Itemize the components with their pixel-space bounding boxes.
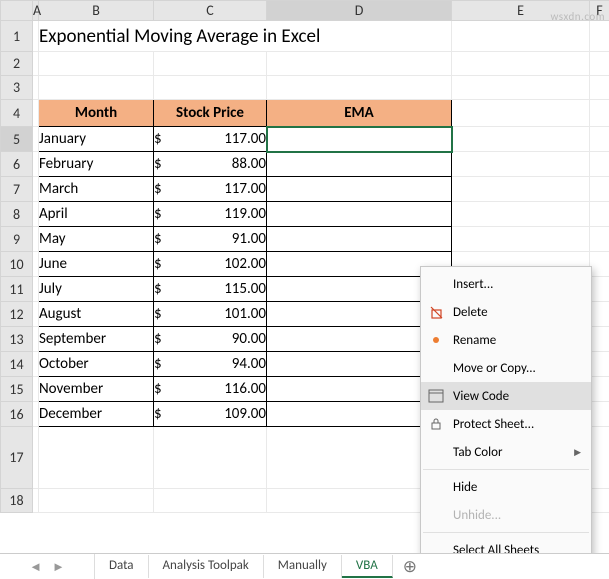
row-header-12[interactable]: 12 [1,302,33,327]
ctx-protect-label: Protect Sheet... [453,417,581,432]
row-header-16[interactable]: 16 [1,402,33,427]
cell-month[interactable]: November [39,377,154,402]
row-header-3[interactable]: 3 [1,76,33,100]
row-header-2[interactable]: 2 [1,52,33,76]
row-header-14[interactable]: 14 [1,352,33,377]
col-header-c[interactable]: C [154,1,267,21]
ctx-separator [423,469,589,470]
cell-ema[interactable] [267,127,452,152]
row-header-9[interactable]: 9 [1,227,33,252]
sheet-tab[interactable]: VBA [342,555,393,578]
cell-month[interactable]: August [39,302,154,327]
protect-icon [425,415,447,433]
cell-month[interactable]: April [39,202,154,227]
tab-nav-buttons[interactable]: ◄ ► [0,554,95,579]
ctx-view-code-label: View Code [453,389,581,404]
cell-price[interactable]: $116.00 [154,377,267,402]
row-header-6[interactable]: 6 [1,152,33,177]
sheet-tab[interactable]: Manually [264,555,342,578]
row-header-13[interactable]: 13 [1,327,33,352]
delete-icon [425,303,447,321]
table-header-ema: EMA [267,100,452,127]
chevron-right-icon: ▶ [574,447,581,458]
sheet-tab[interactable]: Analysis Toolpak [149,555,264,578]
row-header-8[interactable]: 8 [1,202,33,227]
row-header-5[interactable]: 5 [1,127,33,152]
ctx-tab-color-label: Tab Color [453,445,568,460]
sheet-tab-strip: ◄ ► DataAnalysis ToolpakManuallyVBA ⊕ [0,553,609,579]
page-title: Exponential Moving Average in Excel [39,21,452,52]
tab-color-icon [425,443,447,461]
cell-ema[interactable] [267,227,452,252]
ctx-delete[interactable]: Delete [421,298,591,326]
select-all-corner[interactable] [1,1,33,21]
cell-month[interactable]: May [39,227,154,252]
rename-icon [425,331,447,349]
ctx-insert[interactable]: Insert... [421,270,591,298]
row-header-11[interactable]: 11 [1,277,33,302]
cell-month[interactable]: March [39,177,154,202]
new-sheet-button[interactable]: ⊕ [393,556,427,577]
table-header-month: Month [39,100,154,127]
cell-price[interactable]: $115.00 [154,277,267,302]
cell-price[interactable]: $88.00 [154,152,267,177]
cell-price[interactable]: $91.00 [154,227,267,252]
cell-price[interactable]: $117.00 [154,127,267,152]
insert-icon [425,275,447,293]
cell-month[interactable]: January [39,127,154,152]
ctx-move-copy[interactable]: Move or Copy... [421,354,591,382]
col-header-a[interactable]: A [33,1,39,21]
cell-month[interactable]: February [39,152,154,177]
hide-icon [425,478,447,496]
row-header-18[interactable]: 18 [1,489,33,513]
col-header-b[interactable]: B [39,1,154,21]
unhide-icon [425,506,447,524]
tab-next-icon[interactable]: ► [52,559,65,575]
ctx-protect[interactable]: Protect Sheet... [421,410,591,438]
row-header-1[interactable]: 1 [1,21,33,52]
tab-context-menu: Insert... Delete Rename Move or Copy... … [420,266,592,568]
cell-price[interactable]: $94.00 [154,352,267,377]
row-header-15[interactable]: 15 [1,377,33,402]
row-header-17[interactable]: 17 [1,427,33,489]
cell-month[interactable]: September [39,327,154,352]
ctx-delete-label: Delete [453,305,581,320]
cell-month[interactable]: June [39,252,154,277]
ctx-rename-label: Rename [453,333,581,348]
ctx-unhide: Unhide... [421,501,591,529]
cell-ema[interactable] [267,152,452,177]
table-header-price: Stock Price [154,100,267,127]
ctx-tab-color[interactable]: Tab Color ▶ [421,438,591,466]
cell-price[interactable]: $102.00 [154,252,267,277]
cell-price[interactable]: $101.00 [154,302,267,327]
col-header-d[interactable]: D [267,1,452,21]
ctx-unhide-label: Unhide... [453,508,581,523]
cell-price[interactable]: $119.00 [154,202,267,227]
row-header-7[interactable]: 7 [1,177,33,202]
cell-month[interactable]: October [39,352,154,377]
move-copy-icon [425,359,447,377]
cell-month[interactable]: July [39,277,154,302]
ctx-hide-label: Hide [453,480,581,495]
ctx-view-code[interactable]: View Code [421,382,591,410]
cell-ema[interactable] [267,202,452,227]
row-header-10[interactable]: 10 [1,252,33,277]
ctx-move-copy-label: Move or Copy... [453,361,581,376]
cell-price[interactable]: $109.00 [154,402,267,427]
cell-ema[interactable] [267,177,452,202]
sheet-tab[interactable]: Data [95,555,149,578]
ctx-insert-label: Insert... [453,277,581,292]
view-code-icon [425,387,447,405]
ctx-hide[interactable]: Hide [421,473,591,501]
tab-prev-icon[interactable]: ◄ [29,559,42,575]
cell-price[interactable]: $117.00 [154,177,267,202]
ctx-rename[interactable]: Rename [421,326,591,354]
cell-month[interactable]: December [39,402,154,427]
watermark: wsxdn.com [551,10,605,23]
ctx-separator [423,532,589,533]
cell-price[interactable]: $90.00 [154,327,267,352]
row-header-4[interactable]: 4 [1,100,33,127]
